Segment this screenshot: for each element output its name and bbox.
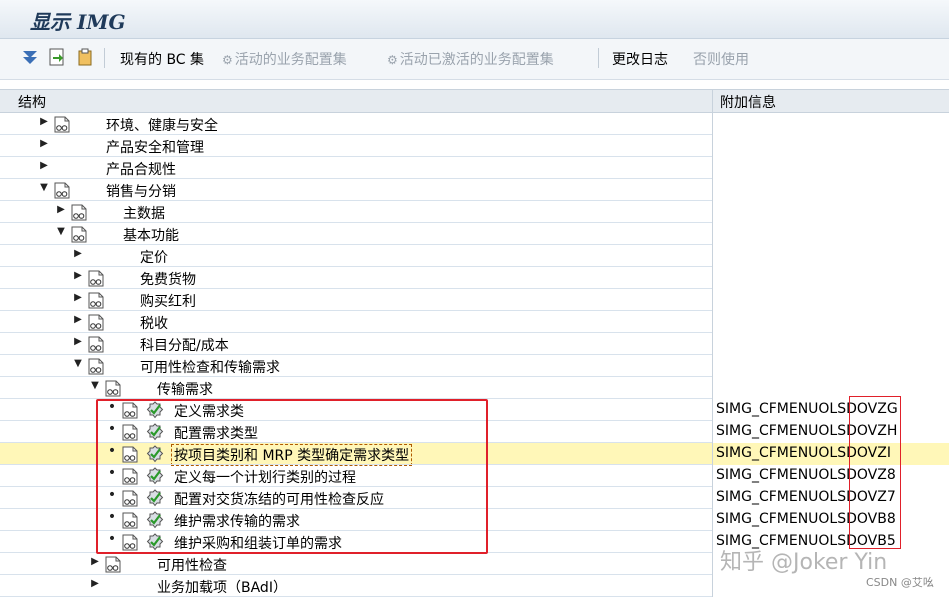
tree-node-label[interactable]: 可用性检查和传输需求 bbox=[140, 357, 280, 377]
tree-row[interactable]: ▼ 可用性检查和传输需求 bbox=[0, 355, 949, 377]
column-header: 结构 附加信息 bbox=[0, 89, 949, 113]
export-icon[interactable] bbox=[47, 47, 67, 67]
documentation-icon[interactable] bbox=[88, 314, 104, 331]
annotation-box-suffixes bbox=[849, 396, 901, 549]
tree-row[interactable]: ▶ 定价 bbox=[0, 245, 949, 267]
documentation-icon[interactable] bbox=[88, 358, 104, 375]
tree-node-label[interactable]: 购买红利 bbox=[140, 291, 196, 311]
collapse-arrow-icon[interactable]: ▼ bbox=[72, 358, 84, 369]
documentation-icon[interactable] bbox=[54, 182, 70, 199]
title-bar: 显示 IMG bbox=[0, 0, 949, 39]
tree-row[interactable]: ▼ 传输需求 bbox=[0, 377, 949, 399]
bc-set-icon: ⚙ bbox=[222, 53, 233, 67]
tree-row[interactable]: ▶ 产品合规性 bbox=[0, 157, 949, 179]
find-icon[interactable] bbox=[20, 47, 40, 67]
documentation-icon[interactable] bbox=[105, 380, 121, 397]
bc-set-icon: ⚙ bbox=[387, 53, 398, 67]
additional-info-column-header[interactable]: 附加信息 bbox=[720, 92, 776, 112]
tree-node-label[interactable]: 科目分配/成本 bbox=[140, 335, 229, 355]
expand-arrow-icon[interactable]: ▶ bbox=[72, 270, 84, 281]
documentation-icon[interactable] bbox=[71, 226, 87, 243]
expand-arrow-icon[interactable]: ▶ bbox=[89, 556, 101, 567]
documentation-icon[interactable] bbox=[105, 556, 121, 573]
tree-row[interactable]: ▶ 产品安全和管理 bbox=[0, 135, 949, 157]
toolbar-separator bbox=[598, 48, 599, 68]
toolbar-separator bbox=[104, 48, 105, 68]
tree-node-label[interactable]: 税收 bbox=[140, 313, 168, 333]
tree-node-label[interactable]: 基本功能 bbox=[123, 225, 179, 245]
existing-bc-sets-button[interactable]: 现有的 BC 集 bbox=[120, 49, 204, 69]
expand-arrow-icon[interactable]: ▶ bbox=[38, 160, 50, 171]
expand-arrow-icon[interactable]: ▶ bbox=[38, 138, 50, 149]
activated-bc-sets-label: 活动已激活的业务配置集 bbox=[399, 52, 554, 68]
tree-row[interactable]: ▶ 购买红利 bbox=[0, 289, 949, 311]
toolbar: 现有的 BC 集 ⚙ 活动的业务配置集 ⚙ 活动已激活的业务配置集 更改日志 否则使… bbox=[0, 39, 949, 80]
documentation-icon[interactable] bbox=[88, 270, 104, 287]
column-divider[interactable] bbox=[712, 90, 713, 112]
structure-column-header[interactable]: 结构 bbox=[18, 92, 46, 112]
collapse-arrow-icon[interactable]: ▼ bbox=[89, 380, 101, 391]
tree-row[interactable]: ▶ 环境、健康与安全 bbox=[0, 113, 949, 135]
tree-row[interactable]: ▶ 业务加载项（BAdI） bbox=[0, 575, 949, 597]
tree-row[interactable]: ▼ 销售与分销 bbox=[0, 179, 949, 201]
credit-text: CSDN @艾吆 bbox=[866, 576, 934, 589]
expand-arrow-icon[interactable]: ▶ bbox=[72, 336, 84, 347]
tree-node-label[interactable]: 产品安全和管理 bbox=[106, 137, 204, 157]
documentation-icon[interactable] bbox=[88, 292, 104, 309]
active-bc-sets-label: 活动的业务配置集 bbox=[234, 52, 347, 68]
column-divider bbox=[712, 113, 713, 597]
expand-arrow-icon[interactable]: ▶ bbox=[89, 578, 101, 589]
expand-arrow-icon[interactable]: ▶ bbox=[72, 292, 84, 303]
documentation-icon[interactable] bbox=[54, 116, 70, 133]
tree-node-label[interactable]: 可用性检查 bbox=[157, 555, 227, 575]
active-bc-sets-button[interactable]: ⚙ 活动的业务配置集 bbox=[222, 49, 347, 69]
tree-node-label[interactable]: 免费货物 bbox=[140, 269, 196, 289]
expand-arrow-icon[interactable]: ▶ bbox=[72, 314, 84, 325]
tree-row[interactable]: ▶ 免费货物 bbox=[0, 267, 949, 289]
tree-node-label[interactable]: 定价 bbox=[140, 247, 168, 267]
collapse-arrow-icon[interactable]: ▼ bbox=[38, 182, 50, 193]
expand-arrow-icon[interactable]: ▶ bbox=[55, 204, 67, 215]
collapse-arrow-icon[interactable]: ▼ bbox=[55, 226, 67, 237]
clipboard-icon[interactable] bbox=[75, 47, 95, 67]
tree-node-label[interactable]: 主数据 bbox=[123, 203, 165, 223]
tree-node-label[interactable]: 环境、健康与安全 bbox=[106, 115, 218, 135]
window-title: 显示 IMG bbox=[30, 10, 126, 34]
tree-node-label[interactable]: 业务加载项（BAdI） bbox=[157, 577, 287, 597]
documentation-icon[interactable] bbox=[88, 336, 104, 353]
tree-node-label[interactable]: 销售与分销 bbox=[106, 181, 176, 201]
change-log-button[interactable]: 更改日志 bbox=[612, 49, 668, 69]
annotation-box-activities bbox=[96, 399, 488, 554]
tree-node-label[interactable]: 传输需求 bbox=[157, 379, 213, 399]
expand-arrow-icon[interactable]: ▶ bbox=[38, 116, 50, 127]
otherwise-use-button[interactable]: 否则使用 bbox=[693, 49, 749, 69]
tree-row[interactable]: ▼ 基本功能 bbox=[0, 223, 949, 245]
documentation-icon[interactable] bbox=[71, 204, 87, 221]
tree-row[interactable]: ▶ 主数据 bbox=[0, 201, 949, 223]
expand-arrow-icon[interactable]: ▶ bbox=[72, 248, 84, 259]
tree-node-label[interactable]: 产品合规性 bbox=[106, 159, 176, 179]
activated-bc-sets-button[interactable]: ⚙ 活动已激活的业务配置集 bbox=[387, 49, 554, 69]
watermark: 知乎 @Joker Yin bbox=[720, 550, 888, 575]
tree-row[interactable]: ▶ 科目分配/成本 bbox=[0, 333, 949, 355]
tree-row[interactable]: ▶ 税收 bbox=[0, 311, 949, 333]
